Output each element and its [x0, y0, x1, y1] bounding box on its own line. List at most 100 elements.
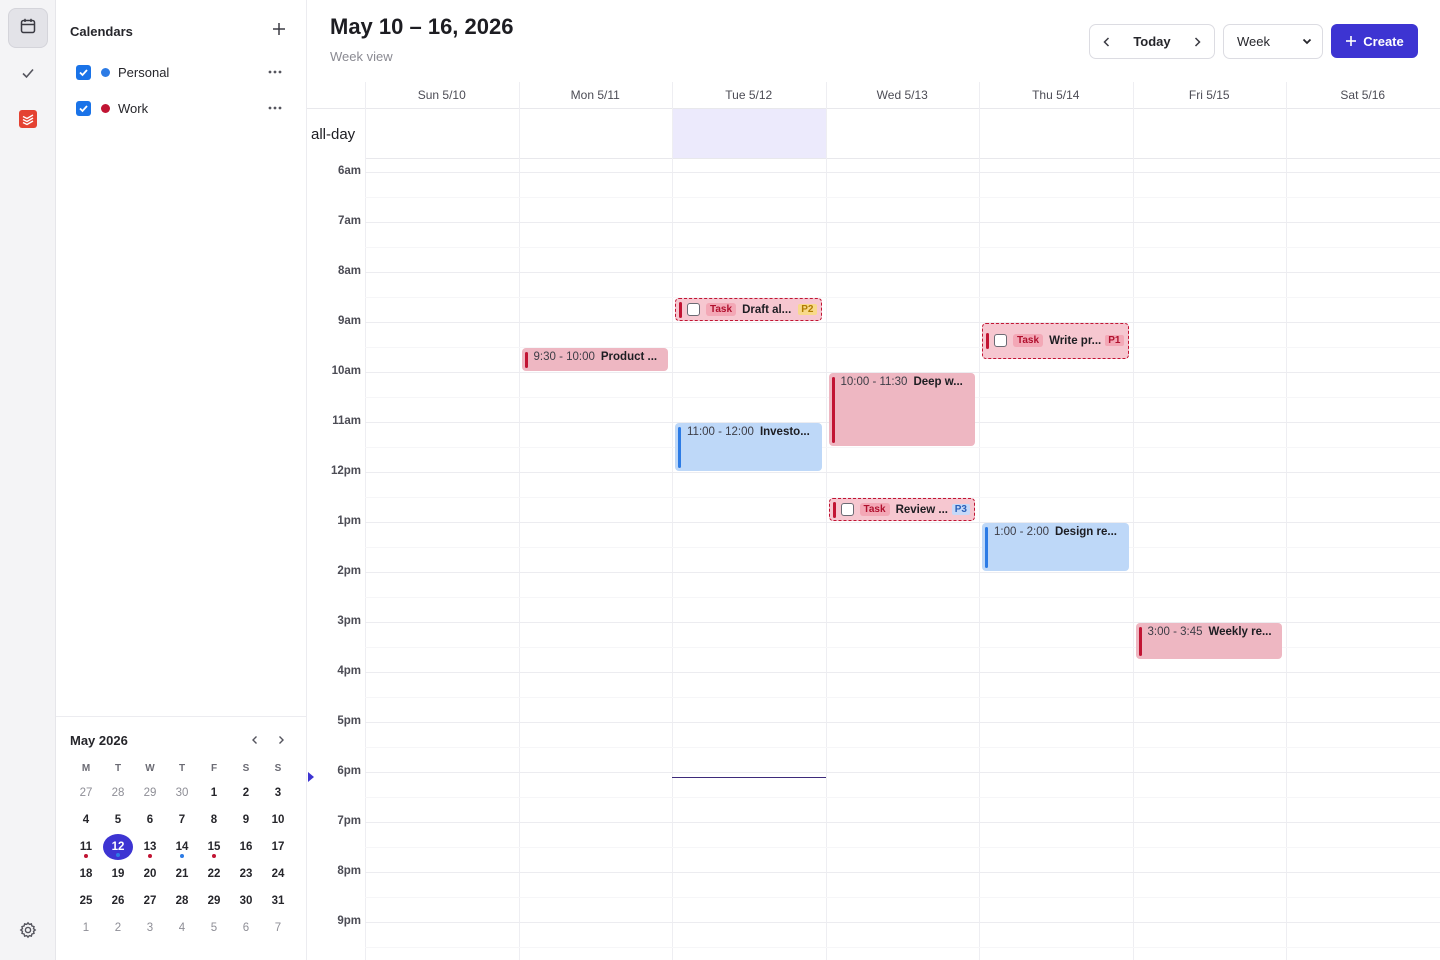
mini-next-month-button[interactable] [272, 731, 290, 749]
mini-day[interactable]: 12 [102, 833, 134, 860]
prev-week-button[interactable] [1090, 25, 1124, 58]
hour-label: 12pm [330, 465, 361, 477]
mini-day[interactable]: 4 [166, 914, 198, 941]
next-week-button[interactable] [1180, 25, 1214, 58]
view-select[interactable]: Week [1223, 24, 1323, 59]
mini-day[interactable]: 18 [70, 860, 102, 887]
mini-day[interactable]: 7 [166, 806, 198, 833]
mini-day[interactable]: 29 [198, 887, 230, 914]
mini-day[interactable]: 28 [166, 887, 198, 914]
mini-day[interactable]: 24 [262, 860, 294, 887]
mini-day[interactable]: 14 [166, 833, 198, 860]
task-checkbox[interactable] [840, 503, 854, 516]
calendar-name-personal: Personal [118, 64, 170, 80]
mini-day-number: 2 [114, 921, 122, 934]
day-header[interactable]: Tue 5/12 [672, 82, 826, 109]
calendar-event[interactable]: 3:00 - 3:45 Weekly re... [1135, 623, 1282, 659]
mini-day[interactable]: 25 [70, 887, 102, 914]
hour-label: 8pm [337, 865, 361, 877]
personal-checkbox[interactable] [76, 64, 91, 80]
mini-day[interactable]: 6 [230, 914, 262, 941]
mini-day[interactable]: 26 [102, 887, 134, 914]
mini-day[interactable]: 30 [166, 779, 198, 806]
mini-day[interactable]: 19 [102, 860, 134, 887]
mini-day[interactable]: 3 [262, 779, 294, 806]
today-button[interactable]: Today [1124, 34, 1180, 49]
calendar-item-work[interactable]: Work [76, 96, 296, 120]
mini-day[interactable]: 11 [70, 833, 102, 860]
mini-day[interactable]: 2 [230, 779, 262, 806]
priority-badge: P1 [1105, 335, 1124, 347]
mini-day-number: 24 [271, 867, 285, 880]
mini-day-number: 28 [175, 894, 189, 907]
mini-day[interactable]: 28 [102, 779, 134, 806]
event-color-bar [678, 427, 681, 468]
day-header[interactable]: Fri 5/15 [1132, 82, 1286, 109]
calendar-event[interactable]: 11:00 - 12:00 Investo... [675, 423, 822, 471]
mini-day[interactable]: 17 [262, 833, 294, 860]
mini-day[interactable]: 15 [198, 833, 230, 860]
mini-week-row: 25 26 27 28 29 30 31 [70, 887, 294, 914]
mini-calendar-title: May 2026 [70, 733, 128, 748]
create-button[interactable]: Create [1331, 24, 1418, 58]
mini-day[interactable]: 27 [134, 887, 166, 914]
settings-button[interactable] [18, 921, 38, 944]
mini-day[interactable]: 10 [262, 806, 294, 833]
mini-day[interactable]: 29 [134, 779, 166, 806]
page-title: May 10 – 16, 2026 [330, 14, 514, 39]
rail-tasks-button[interactable] [8, 55, 48, 95]
mini-day[interactable]: 13 [134, 833, 166, 860]
add-calendar-button[interactable] [268, 20, 290, 42]
calendar-event[interactable]: 1:00 - 2:00 Design re... [982, 523, 1129, 571]
mini-day[interactable]: 30 [230, 887, 262, 914]
task-checkbox[interactable] [687, 303, 700, 316]
mini-prev-month-button[interactable] [246, 731, 264, 749]
mini-day-number: 19 [111, 867, 125, 880]
mini-day-number: 14 [175, 840, 189, 853]
personal-more-button[interactable] [266, 64, 284, 80]
calendar-event[interactable]: 10:00 - 11:30 Deep w... [828, 373, 975, 446]
day-header[interactable]: Sat 5/16 [1286, 82, 1440, 109]
work-checkbox[interactable] [76, 100, 91, 116]
day-header[interactable]: Wed 5/13 [825, 82, 979, 109]
day-header[interactable]: Mon 5/11 [518, 82, 672, 109]
mini-day[interactable]: 31 [262, 887, 294, 914]
rail-todoist-button[interactable] [8, 101, 48, 141]
week-grid[interactable]: all-day Sun 5/10 Mon 5/11 Tue 5/12 Wed 5/13… [307, 82, 1440, 960]
task-item[interactable]: Task Review ... P3 [828, 498, 975, 521]
day-header[interactable]: Sun 5/10 [365, 82, 519, 109]
mini-day[interactable]: 20 [134, 860, 166, 887]
event-time: 11:00 - 12:00 [687, 426, 754, 438]
mini-day[interactable]: 23 [230, 860, 262, 887]
task-item[interactable]: Task Draft al... P2 [675, 298, 822, 321]
mini-day[interactable]: 5 [198, 914, 230, 941]
mini-day[interactable]: 6 [134, 806, 166, 833]
chevron-left-icon [1103, 36, 1110, 47]
work-more-button[interactable] [266, 100, 284, 116]
mini-day[interactable]: 27 [70, 779, 102, 806]
mini-day[interactable]: 5 [102, 806, 134, 833]
mini-day[interactable]: 4 [70, 806, 102, 833]
mini-day[interactable]: 21 [166, 860, 198, 887]
mini-day[interactable]: 3 [134, 914, 166, 941]
mini-day[interactable]: 1 [198, 779, 230, 806]
event-dot [84, 854, 88, 858]
task-checkbox[interactable] [994, 334, 1007, 348]
gear-icon [19, 921, 37, 944]
ellipsis-icon [268, 70, 282, 74]
mini-day[interactable]: 7 [262, 914, 294, 941]
mini-day[interactable]: 1 [70, 914, 102, 941]
mini-day[interactable]: 2 [102, 914, 134, 941]
chevron-right-icon [279, 736, 284, 744]
mini-day[interactable]: 22 [198, 860, 230, 887]
mini-day[interactable]: 9 [230, 806, 262, 833]
calendar-event[interactable]: 9:30 - 10:00 Product ... [521, 348, 668, 371]
calendar-item-personal[interactable]: Personal [76, 60, 296, 84]
today-all-day-cell[interactable] [673, 109, 826, 158]
rail-calendar-button[interactable] [8, 8, 48, 48]
task-item[interactable]: Task Write pr... P1 [982, 323, 1129, 359]
mini-day[interactable]: 8 [198, 806, 230, 833]
day-header[interactable]: Thu 5/14 [979, 82, 1133, 109]
mini-day[interactable]: 16 [230, 833, 262, 860]
priority-badge: P2 [798, 304, 817, 315]
